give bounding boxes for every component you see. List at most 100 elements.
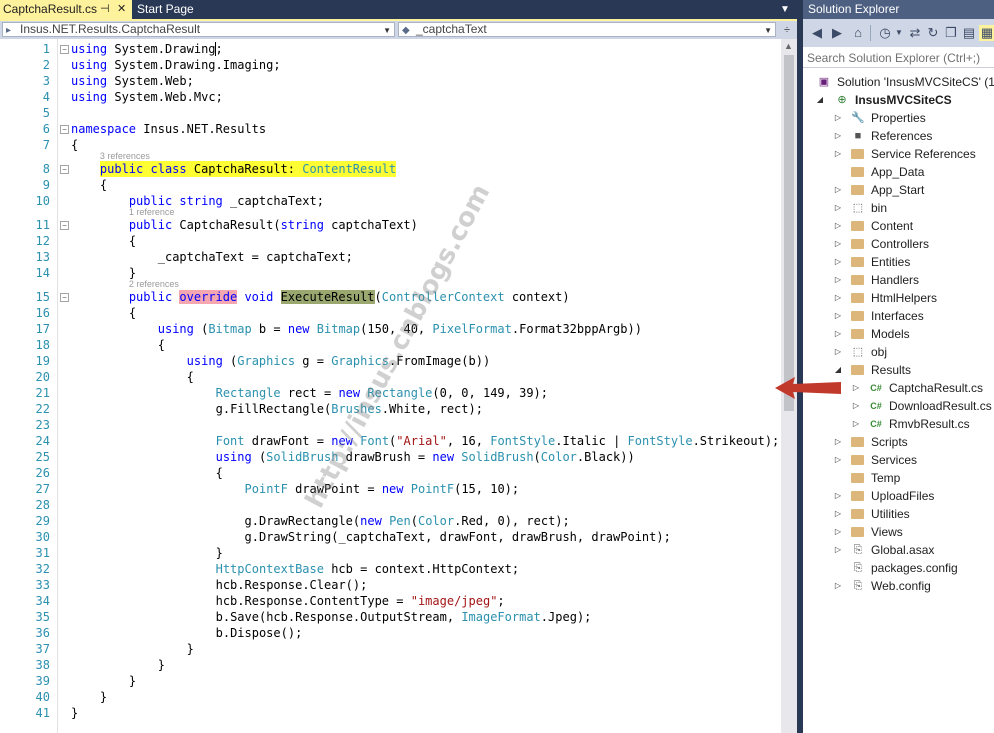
scrollbar-thumb[interactable] xyxy=(784,55,794,411)
collapsed-arrow-icon[interactable]: ▷ xyxy=(833,505,843,523)
expanded-arrow-icon[interactable]: ◢ xyxy=(815,91,825,109)
collapsed-arrow-icon[interactable]: ▷ xyxy=(833,181,843,199)
member-selector-dropdown[interactable]: ◆ _captchaText ▼ xyxy=(398,22,776,37)
line-number: 15 xyxy=(35,290,50,304)
code-line: 11 public CaptchaResult(string captchaTex… xyxy=(0,217,781,233)
tab-start-page[interactable]: Start Page xyxy=(133,0,203,19)
code-text: using System.Drawing; xyxy=(71,42,223,56)
tree-node-service-references[interactable]: ▷ Service References xyxy=(803,145,994,163)
tree-node-web-config[interactable]: ▷ ⎘ Web.config xyxy=(803,577,994,595)
tree-node-obj[interactable]: ▷ ⬚ obj xyxy=(803,343,994,361)
tab-captcharesult-cs[interactable]: CaptchaResult.cs ⊣ ✕ xyxy=(0,0,132,19)
tree-node-views[interactable]: ▷ Views xyxy=(803,523,994,541)
tree-node-uploadfiles[interactable]: ▷ UploadFiles xyxy=(803,487,994,505)
show-all-files-icon[interactable]: ▤ xyxy=(961,25,977,41)
solution-explorer-search[interactable] xyxy=(803,48,994,68)
tree-node-controllers[interactable]: ▷ Controllers xyxy=(803,235,994,253)
tree-node-services[interactable]: ▷ Services xyxy=(803,451,994,469)
tree-node-entities[interactable]: ▷ Entities xyxy=(803,253,994,271)
close-icon[interactable]: ✕ xyxy=(117,0,126,19)
collapsed-arrow-icon[interactable]: ▷ xyxy=(833,307,843,325)
tree-node-content[interactable]: ▷ Content xyxy=(803,217,994,235)
sync-icon[interactable]: ⇄ xyxy=(907,25,923,41)
tree-node-scripts[interactable]: ▷ Scripts xyxy=(803,433,994,451)
collapse-toggle-icon[interactable] xyxy=(60,221,69,230)
node-label: App_Data xyxy=(871,165,925,179)
tree-node-temp[interactable]: Temp xyxy=(803,469,994,487)
collapsed-arrow-icon[interactable]: ▷ xyxy=(833,541,843,559)
code-line: 5 xyxy=(0,105,781,121)
tree-node-packages-config[interactable]: ⎘ packages.config xyxy=(803,559,994,577)
collapsed-arrow-icon[interactable]: ▷ xyxy=(833,289,843,307)
collapsed-arrow-icon[interactable]: ▷ xyxy=(851,397,861,415)
tree-node-bin[interactable]: ▷ ⬚ bin xyxy=(803,199,994,217)
tree-node-rmvbresult-cs[interactable]: ▷ C# RmvbResult.cs xyxy=(803,415,994,433)
pin-icon[interactable]: ⊣ xyxy=(100,0,110,19)
line-number: 26 xyxy=(35,466,50,480)
properties-icon[interactable]: ▦ xyxy=(979,25,994,41)
line-number: 24 xyxy=(35,434,50,448)
back-icon[interactable]: ◀ xyxy=(809,25,825,41)
collapsed-arrow-icon[interactable]: ▷ xyxy=(833,523,843,541)
collapsed-arrow-icon[interactable]: ▷ xyxy=(833,577,843,595)
search-input[interactable] xyxy=(807,51,991,65)
collapsed-arrow-icon[interactable]: ▷ xyxy=(833,109,843,127)
collapsed-arrow-icon[interactable]: ▷ xyxy=(833,487,843,505)
forward-icon[interactable]: ▶ xyxy=(829,25,845,41)
collapse-toggle-icon[interactable] xyxy=(60,165,69,174)
collapsed-arrow-icon[interactable]: ▷ xyxy=(833,325,843,343)
refresh-icon[interactable]: ↻ xyxy=(925,25,941,41)
collapsed-arrow-icon[interactable]: ▷ xyxy=(833,199,843,217)
tree-node-global-asax[interactable]: ▷ ⎘ Global.asax xyxy=(803,541,994,559)
split-window-icon[interactable]: ÷ xyxy=(780,23,794,37)
code-text: PointF drawPoint = new PointF(15, 10); xyxy=(244,482,520,496)
line-number: 14 xyxy=(35,266,50,280)
collapsed-arrow-icon[interactable]: ▷ xyxy=(851,379,861,397)
codelens-references[interactable]: 1 reference xyxy=(129,207,175,217)
collapsed-arrow-icon[interactable]: ▷ xyxy=(833,217,843,235)
chevron-down-icon[interactable]: ▼ xyxy=(891,25,907,41)
collapse-toggle-icon[interactable] xyxy=(60,125,69,134)
collapsed-arrow-icon[interactable]: ▷ xyxy=(833,451,843,469)
line-number: 35 xyxy=(35,610,50,624)
collapse-toggle-icon[interactable] xyxy=(60,45,69,54)
code-text: { xyxy=(128,306,137,320)
node-label: App_Start xyxy=(871,183,925,197)
collapse-toggle-icon[interactable] xyxy=(60,293,69,302)
collapsed-arrow-icon[interactable]: ▷ xyxy=(833,343,843,361)
tree-node-utilities[interactable]: ▷ Utilities xyxy=(803,505,994,523)
code-line: 36 b.Dispose(); xyxy=(0,625,781,641)
tree-node-app-start[interactable]: ▷ App_Start xyxy=(803,181,994,199)
tab-list-dropdown-icon[interactable]: ▼ xyxy=(776,0,794,19)
collapsed-arrow-icon[interactable]: ▷ xyxy=(833,271,843,289)
folder-icon xyxy=(851,311,864,321)
tree-node-project[interactable]: ◢ ⊕ InsusMVCSiteCS xyxy=(803,91,994,109)
collapsed-arrow-icon[interactable]: ▷ xyxy=(833,433,843,451)
folder-icon xyxy=(851,149,864,159)
collapsed-arrow-icon[interactable]: ▷ xyxy=(833,127,843,145)
home-icon[interactable]: ⌂ xyxy=(850,25,866,41)
tree-node-solution[interactable]: ▣ Solution 'InsusMVCSiteCS' (1 p xyxy=(803,73,994,91)
tree-node-properties[interactable]: ▷ 🔧 Properties xyxy=(803,109,994,127)
class-selector-dropdown[interactable]: ▸ Insus.NET.Results.CaptchaResult ▼ xyxy=(2,22,395,37)
node-label: Temp xyxy=(871,471,901,485)
collapsed-arrow-icon[interactable]: ▷ xyxy=(833,145,843,163)
tree-node-interfaces[interactable]: ▷ Interfaces xyxy=(803,307,994,325)
code-text-area[interactable]: 1 using System.Drawing; 2 using System.Draw… xyxy=(0,39,781,733)
collapsed-arrow-icon[interactable]: ▷ xyxy=(833,253,843,271)
tree-node-app-data[interactable]: App_Data xyxy=(803,163,994,181)
collapsed-arrow-icon[interactable]: ▷ xyxy=(851,415,861,433)
document-tab-strip: CaptchaResult.cs ⊣ ✕ Start Page ▼ xyxy=(0,0,797,19)
codelens-references[interactable]: 2 references xyxy=(129,279,179,289)
scroll-up-icon[interactable]: ▲ xyxy=(784,41,793,51)
folder-icon xyxy=(851,437,864,447)
member-selector-value: _captchaText xyxy=(416,22,487,36)
tree-node-references[interactable]: ▷ ■ References xyxy=(803,127,994,145)
collapse-all-icon[interactable]: ❐ xyxy=(943,25,959,41)
line-number: 1 xyxy=(42,42,50,56)
collapsed-arrow-icon[interactable]: ▷ xyxy=(833,235,843,253)
tree-node-htmlhelpers[interactable]: ▷ HtmlHelpers xyxy=(803,289,994,307)
tree-node-handlers[interactable]: ▷ Handlers xyxy=(803,271,994,289)
codelens-references[interactable]: 3 references xyxy=(100,151,150,161)
tree-node-models[interactable]: ▷ Models xyxy=(803,325,994,343)
